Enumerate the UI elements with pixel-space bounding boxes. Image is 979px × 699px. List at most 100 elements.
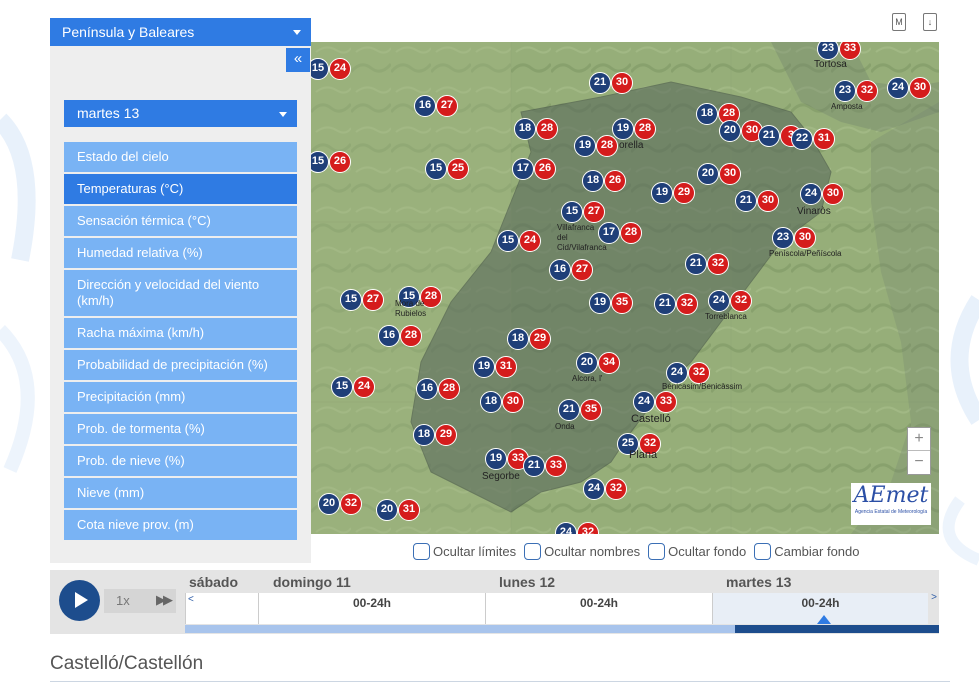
day-dropdown[interactable]: martes 13 — [64, 100, 297, 127]
region-dropdown[interactable]: Península y Baleares — [50, 18, 311, 46]
min-temp-badge: 24 — [555, 522, 577, 534]
station-marker[interactable]: 15 27 — [340, 289, 386, 311]
play-button[interactable] — [59, 580, 100, 621]
station-marker[interactable]: 20 34 — [576, 352, 622, 374]
timeline-days: sábado 10 domingo 11 lunes 12 martes 13 … — [185, 570, 939, 634]
checkbox-box[interactable] — [754, 543, 772, 560]
station-marker[interactable]: 15 25 — [425, 158, 471, 180]
min-temp-badge: 21 — [558, 399, 580, 421]
min-temp-badge: 24 — [887, 77, 909, 99]
min-temp-badge: 15 — [331, 376, 353, 398]
station-marker[interactable]: 24 33 — [633, 391, 679, 413]
station-marker[interactable]: 18 29 — [507, 328, 553, 350]
aemet-logo: AEmet Agencia Estatal de Meteorología — [851, 483, 931, 525]
menu-item[interactable]: Prob. de nieve (%) — [64, 446, 297, 478]
max-temp-badge: 26 — [604, 170, 626, 192]
menu-item[interactable]: Racha máxima (km/h) — [64, 318, 297, 350]
menu-item[interactable]: Prob. de tormenta (%) — [64, 414, 297, 446]
max-temp-badge: 27 — [362, 289, 384, 311]
station-marker[interactable]: 20 32 — [318, 493, 364, 515]
menu-item[interactable]: Temperaturas (°C) — [64, 174, 297, 206]
station-marker[interactable]: 24 32 — [555, 522, 601, 534]
station-marker[interactable]: 21 30 — [589, 72, 635, 94]
time-slot[interactable] — [185, 593, 258, 624]
min-temp-badge: 17 — [512, 158, 534, 180]
station-marker[interactable]: 18 28 — [514, 118, 560, 140]
station-marker[interactable]: 24 32 — [666, 362, 712, 384]
station-marker[interactable]: 16 28 — [378, 325, 424, 347]
min-temp-badge: 16 — [378, 325, 400, 347]
station-marker[interactable]: 18 29 — [413, 424, 459, 446]
station-marker[interactable]: 15 24 — [497, 230, 543, 252]
time-slot[interactable]: 00-24h — [485, 593, 712, 624]
station-marker[interactable]: 23 30 — [772, 227, 818, 249]
min-temp-badge: 15 — [425, 158, 447, 180]
change-background-checkbox[interactable]: Cambiar fondo — [754, 543, 860, 560]
station-marker[interactable]: 15 24 — [331, 376, 377, 398]
station-marker[interactable]: 18 26 — [582, 170, 628, 192]
menu-item[interactable]: Dirección y velocidad del viento (km/h) — [64, 270, 297, 318]
station-marker[interactable]: 15 27 — [561, 201, 607, 223]
town-label: orella — [619, 140, 644, 151]
station-marker[interactable]: 15 24 — [311, 58, 353, 80]
collapse-panel-button[interactable]: « — [286, 48, 310, 72]
min-temp-badge: 21 — [758, 125, 780, 147]
menu-item[interactable]: Estado del cielo — [64, 142, 297, 174]
station-marker[interactable]: 21 32 — [685, 253, 731, 275]
station-marker[interactable]: 24 30 — [887, 77, 933, 99]
station-marker[interactable]: 22 31 — [791, 128, 837, 150]
speed-control[interactable]: 1x ▶▶ — [104, 589, 176, 613]
station-marker[interactable]: 21 30 — [735, 190, 781, 212]
station-marker[interactable]: 24 32 — [708, 290, 754, 312]
hide-limits-checkbox[interactable]: Ocultar límites — [413, 543, 516, 560]
station-marker[interactable]: 23 32 — [834, 80, 880, 102]
menu-item[interactable]: Sensación térmica (°C) — [64, 206, 297, 238]
zoom-in-button[interactable]: + — [908, 428, 930, 451]
chevron-down-icon — [293, 30, 301, 35]
menu-item[interactable]: Probabilidad de precipitación (%) — [64, 350, 297, 382]
timeline-next-arrow[interactable]: > — [931, 592, 937, 603]
station-marker[interactable]: 21 32 — [654, 293, 700, 315]
station-marker[interactable]: 23 33 — [817, 42, 863, 60]
time-slot[interactable]: 00-24h — [258, 593, 485, 624]
checkbox-box[interactable] — [648, 543, 666, 560]
timeline-prev-arrow[interactable]: < — [188, 594, 194, 605]
checkbox-box[interactable] — [524, 543, 542, 560]
station-marker[interactable]: 18 30 — [480, 391, 526, 413]
max-temp-badge: 28 — [620, 222, 642, 244]
day-dropdown-label: martes 13 — [77, 105, 140, 121]
max-temp-badge: 32 — [707, 253, 729, 275]
min-temp-badge: 18 — [514, 118, 536, 140]
max-temp-badge: 30 — [611, 72, 633, 94]
temperature-map[interactable]: 23 33 15 24 21 30 16 27 18 28 19 28 18 28 23 32 24 30 20 30… — [311, 42, 939, 534]
station-marker[interactable]: 24 32 — [583, 478, 629, 500]
station-marker[interactable]: 19 35 — [589, 292, 635, 314]
station-marker[interactable]: 19 31 — [473, 356, 519, 378]
station-marker[interactable]: 19 29 — [651, 182, 697, 204]
station-marker[interactable]: 16 27 — [414, 95, 460, 117]
station-title: Castelló/Castellón — [50, 653, 204, 674]
station-marker[interactable]: 16 28 — [416, 378, 462, 400]
menu-item[interactable]: Humedad relativa (%) — [64, 238, 297, 270]
station-marker[interactable]: 15 26 — [311, 151, 353, 173]
min-temp-badge: 21 — [654, 293, 676, 315]
station-marker[interactable]: 24 30 — [800, 183, 846, 205]
map-mode-icon[interactable]: M — [892, 13, 906, 31]
station-marker[interactable]: 20 30 — [697, 163, 743, 185]
station-marker[interactable]: 19 28 — [574, 135, 620, 157]
fast-forward-icon[interactable]: ▶▶ — [156, 592, 173, 608]
station-marker[interactable]: 21 35 — [558, 399, 604, 421]
station-marker[interactable]: 17 26 — [512, 158, 558, 180]
checkbox-label: Ocultar fondo — [668, 544, 747, 559]
zoom-out-button[interactable]: − — [908, 451, 930, 474]
hide-background-checkbox[interactable]: Ocultar fondo — [648, 543, 746, 560]
menu-item[interactable]: Cota nieve prov. (m) — [64, 510, 297, 542]
station-marker[interactable]: 16 27 — [549, 259, 595, 281]
station-marker[interactable]: 20 31 — [376, 499, 422, 521]
hide-names-checkbox[interactable]: Ocultar nombres — [524, 543, 640, 560]
download-icon[interactable]: ↓ — [923, 13, 937, 31]
station-marker[interactable]: 21 33 — [523, 455, 569, 477]
checkbox-box[interactable] — [413, 543, 430, 560]
menu-item[interactable]: Nieve (mm) — [64, 478, 297, 510]
menu-item[interactable]: Precipitación (mm) — [64, 382, 297, 414]
